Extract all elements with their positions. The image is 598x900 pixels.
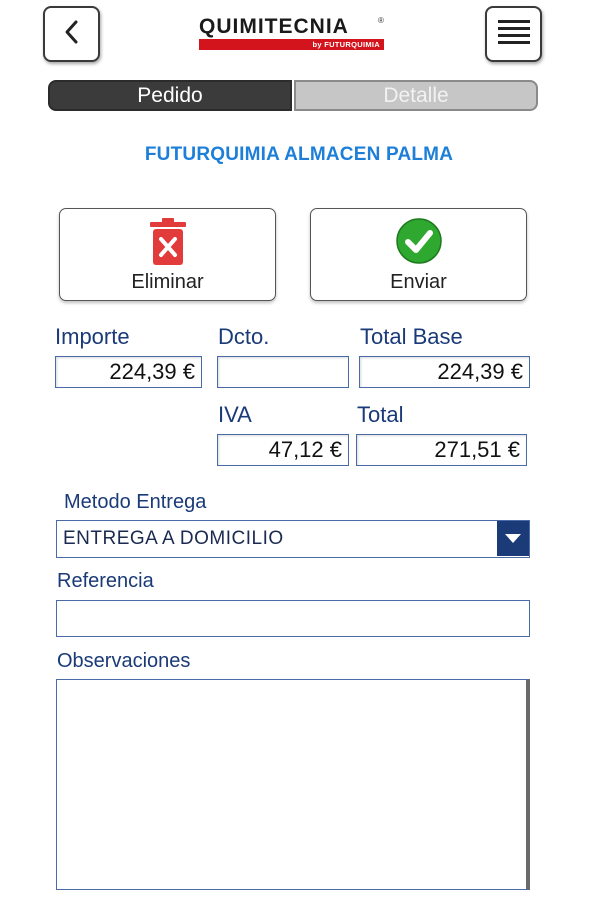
iva-label: IVA [218,402,252,427]
dropdown-arrow-icon[interactable] [497,521,529,556]
metodo-entrega-label: Metodo Entrega [64,491,207,513]
tab-detalle-label: Detalle [383,83,449,107]
observaciones-textarea[interactable] [56,679,530,890]
hamburger-menu-icon [497,18,531,51]
importe-field: 224,39 € [55,356,202,388]
metodo-entrega-value: ENTREGA A DOMICILIO [63,528,284,549]
dcto-field[interactable] [217,356,349,388]
check-circle-icon [395,217,443,270]
brand-logo: QUIMITECNIA ® by FUTURQUIMIA [199,15,384,50]
total-base-field: 224,39 € [359,356,530,388]
delete-label: Eliminar [131,271,204,293]
importe-label: Importe [55,324,130,349]
total-label: Total [357,402,404,427]
observaciones-label: Observaciones [57,650,191,672]
send-label: Enviar [390,271,447,293]
referencia-input[interactable] [56,600,530,637]
total-field: 271,51 € [356,434,527,466]
tab-pedido[interactable]: Pedido [48,80,292,111]
tab-detalle[interactable]: Detalle [294,80,538,111]
metodo-entrega-select[interactable]: ENTREGA A DOMICILIO [56,520,530,558]
referencia-label: Referencia [57,570,154,592]
total-base-label: Total Base [360,324,463,349]
back-button[interactable] [43,6,100,62]
iva-field: 47,12 € [217,434,349,466]
chevron-left-icon [62,19,82,50]
trash-icon [148,217,188,272]
delete-button[interactable]: Eliminar [59,208,276,301]
send-button[interactable]: Enviar [310,208,527,301]
dcto-label: Dcto. [218,324,270,349]
client-name: FUTURQUIMIA ALMACEN PALMA [144,144,454,165]
tab-pedido-label: Pedido [137,83,203,107]
menu-button[interactable] [485,6,542,62]
